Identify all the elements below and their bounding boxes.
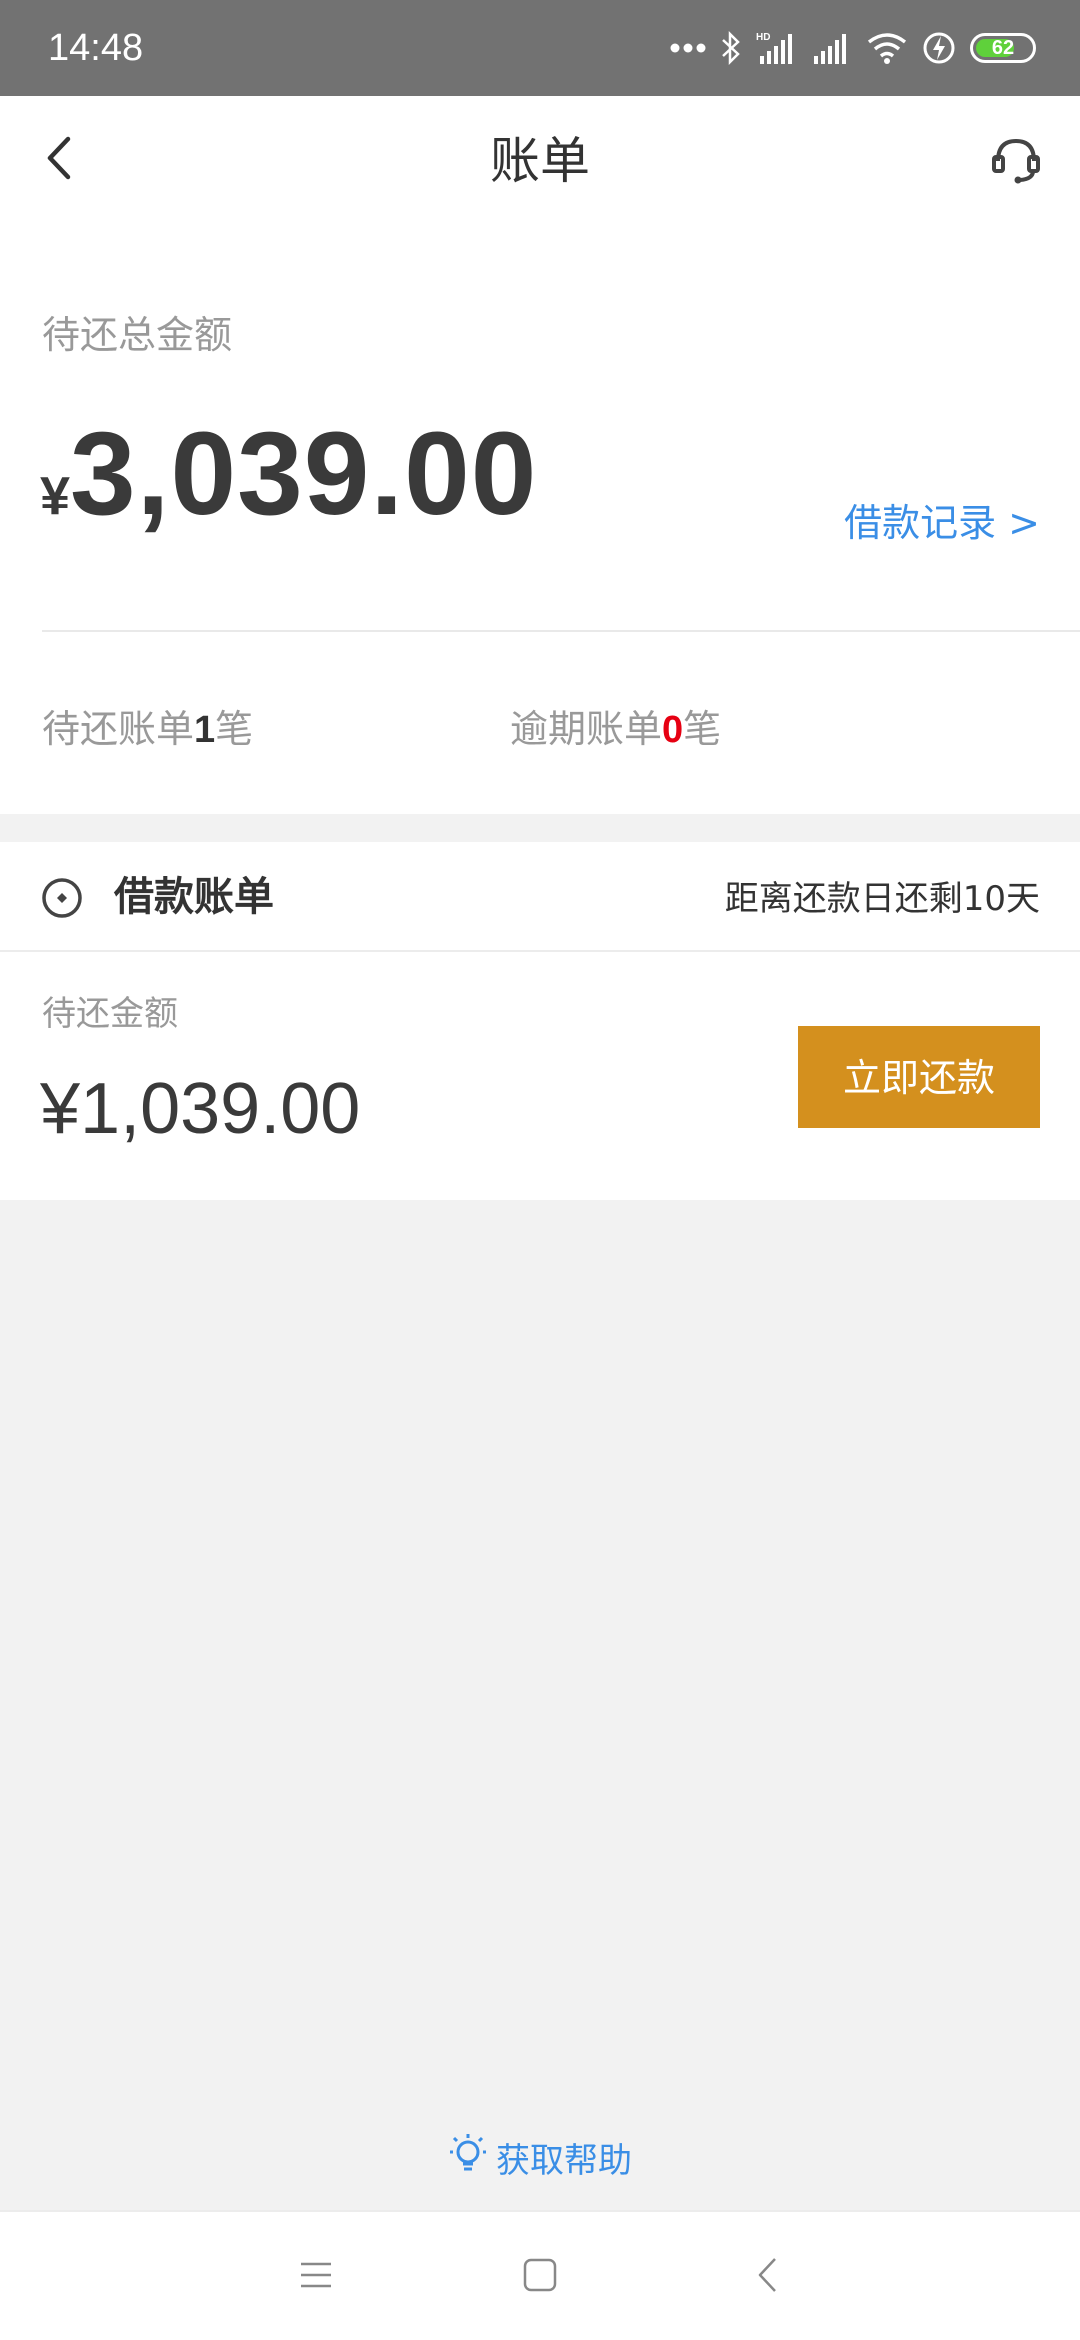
pending-bills-suffix: 笔 <box>215 707 254 751</box>
charging-icon <box>922 30 956 66</box>
customer-service-button[interactable] <box>986 132 1046 192</box>
pending-bills-prefix: 待还账单 <box>42 707 195 751</box>
divider <box>0 950 1080 952</box>
status-bar: 14:48 HD 62 <box>0 0 1080 96</box>
pending-bills-count: 待还账单1笔 <box>42 702 253 757</box>
hd-signal-icon: HD <box>756 30 798 66</box>
loan-record-link[interactable]: 借款记录 > <box>844 498 1040 548</box>
overdue-bills-suffix: 笔 <box>683 707 722 751</box>
battery-level: 62 <box>991 36 1015 59</box>
svg-text:HD: HD <box>756 32 770 43</box>
home-square-icon <box>522 2257 558 2297</box>
pending-bills-number: 1 <box>194 709 216 751</box>
overdue-bills-number: 0 <box>662 709 684 751</box>
nav-back-button[interactable] <box>738 2247 798 2307</box>
menu-button[interactable] <box>286 2247 346 2307</box>
total-due-label: 待还总金额 <box>42 313 233 357</box>
total-due-amount: ¥ 3,039.00 <box>40 406 537 542</box>
loan-bill-card: 借款账单 距离还款日还剩10天 待还金额 ¥1,039.00 立即还款 <box>0 842 1080 1200</box>
overdue-bills-count: 逾期账单0笔 <box>510 702 721 757</box>
headset-icon <box>990 135 1042 189</box>
loan-bill-title: 借款账单 <box>114 874 274 920</box>
header: 账单 <box>0 96 1080 226</box>
more-dots-icon <box>670 42 706 54</box>
repay-now-button[interactable]: 立即还款 <box>798 1026 1040 1128</box>
lightbulb-icon <box>448 2130 488 2185</box>
status-time: 14:48 <box>48 27 144 69</box>
total-due-value: 3,039.00 <box>70 408 538 540</box>
home-button[interactable] <box>510 2247 570 2307</box>
divider <box>42 630 1080 632</box>
days-until-due: 距离还款日还剩10天 <box>724 879 1040 919</box>
back-triangle-icon <box>756 2256 780 2298</box>
status-icons: HD 62 <box>670 24 1036 72</box>
battery-icon: 62 <box>970 33 1036 63</box>
overdue-bills-prefix: 逾期账单 <box>510 707 663 751</box>
system-nav-bar <box>0 2210 1080 2340</box>
due-amount-value: ¥1,039.00 <box>40 1069 361 1149</box>
page-title: 账单 <box>490 132 590 190</box>
due-amount-label: 待还金额 <box>42 994 178 1034</box>
target-icon <box>40 876 84 920</box>
currency-symbol: ¥ <box>40 466 71 526</box>
signal-icon <box>812 30 852 66</box>
get-help-label: 获取帮助 <box>496 2140 632 2181</box>
loan-bill-header: 借款账单 距离还款日还剩10天 <box>0 842 1080 952</box>
bluetooth-icon <box>720 30 742 66</box>
get-help-link[interactable]: 获取帮助 <box>0 2130 1080 2184</box>
menu-icon <box>299 2260 333 2294</box>
wifi-icon <box>866 30 908 66</box>
bill-summary-card: 待还总金额 ¥ 3,039.00 借款记录 > 待还账单1笔 逾期账单0笔 <box>0 226 1080 814</box>
